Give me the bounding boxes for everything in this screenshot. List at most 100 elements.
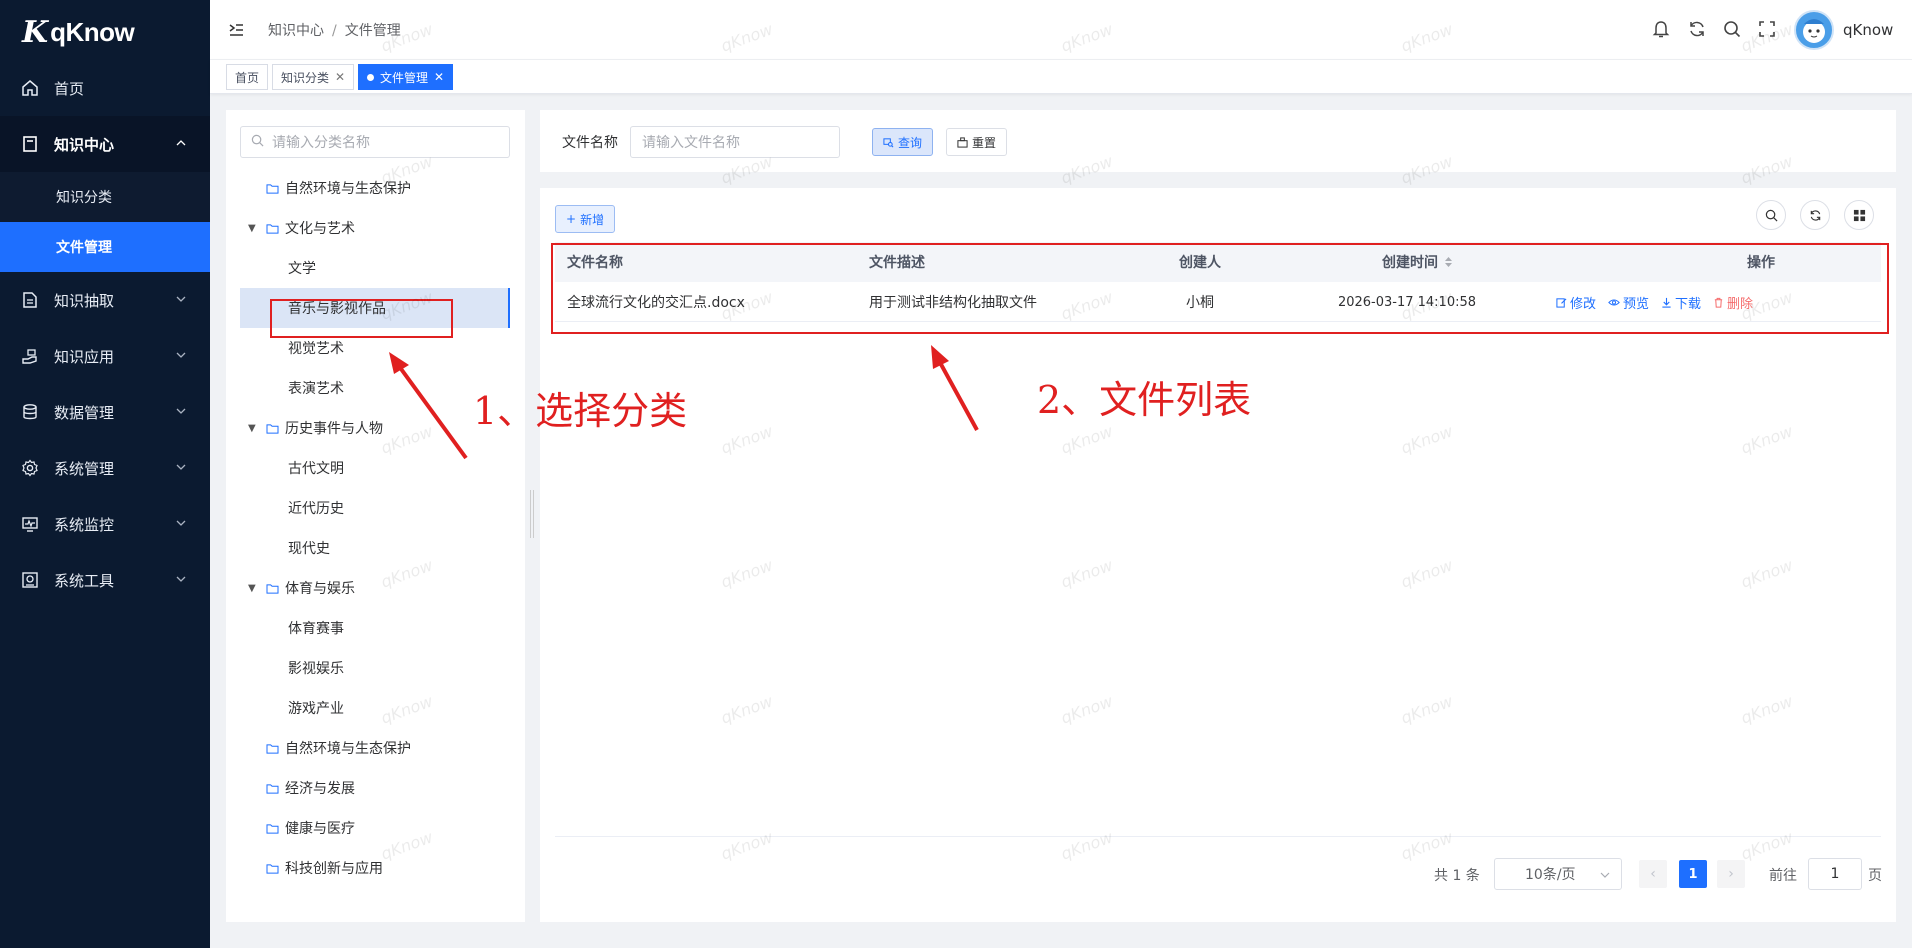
tag-label: 文件管理 <box>380 70 429 85</box>
monitor-icon <box>20 514 40 534</box>
chevron-down-icon <box>174 292 188 306</box>
avatar[interactable] <box>1794 10 1834 50</box>
top-header: 知识中心 / 文件管理 qKnow <box>210 0 1912 60</box>
username[interactable]: qKnow <box>1843 21 1893 39</box>
breadcrumb-item[interactable]: 知识中心 <box>268 23 324 39</box>
menu-fold-icon[interactable] <box>226 20 246 44</box>
tree-node-label: 自然环境与生态保护 <box>285 181 411 197</box>
tree-node[interactable]: 自然环境与生态保护 <box>240 168 510 208</box>
document-icon <box>20 290 40 310</box>
chevron-down-icon <box>1599 869 1611 881</box>
page-number-current[interactable]: 1 <box>1679 860 1707 888</box>
chevron-down-icon <box>174 516 188 530</box>
tree-node-label: 视觉艺术 <box>288 341 344 357</box>
folder-icon <box>266 743 279 754</box>
tree-node[interactable]: ▼ 体育与娱乐 <box>240 568 510 608</box>
tag-knowledge-category[interactable]: 知识分类 ✕ <box>272 64 355 90</box>
annotation-text-step2: 2、文件列表 <box>1037 378 1252 422</box>
hand-icon <box>20 346 40 366</box>
refresh-icon[interactable] <box>1686 18 1708 40</box>
tag-file-management[interactable]: 文件管理 ✕ <box>358 64 454 90</box>
caret-down-icon[interactable]: ▼ <box>248 223 260 234</box>
reset-button[interactable]: 重置 <box>946 128 1008 156</box>
add-button[interactable]: + 新增 <box>555 205 616 233</box>
tree-node[interactable]: 健康与医疗 <box>240 808 510 848</box>
panel-resize-handle[interactable] <box>530 490 534 538</box>
tree-node[interactable]: 古代文明 <box>240 448 510 488</box>
page-size-value: 10条/页 <box>1525 867 1576 883</box>
goto-label: 前往 <box>1769 868 1797 884</box>
tree-node[interactable]: 自然环境与生态保护 <box>240 728 510 768</box>
toggle-search-button[interactable] <box>1756 200 1786 230</box>
folder-icon <box>266 863 279 874</box>
close-icon[interactable]: ✕ <box>335 70 345 84</box>
category-tree-panel: 请输入分类名称 自然环境与生态保护 ▼ 文化与艺术 文学 音乐与影视作品 视觉艺术 表演艺术… <box>226 110 525 922</box>
tree-node-label: 自然环境与生态保护 <box>285 741 411 757</box>
sidebar-subitem-knowledge-category[interactable]: 知识分类 <box>0 172 210 222</box>
fullscreen-icon[interactable] <box>1756 18 1778 40</box>
prev-page-button[interactable]: ‹ <box>1639 860 1667 888</box>
input-placeholder: 请输入文件名称 <box>642 135 740 151</box>
search-form: 文件名称 请输入文件名称 查询 重置 <box>540 110 1896 172</box>
tree-node[interactable]: 游戏产业 <box>240 688 510 728</box>
goto-suffix: 页 <box>1868 868 1882 884</box>
caret-down-icon[interactable]: ▼ <box>248 423 260 434</box>
query-button-label: 查询 <box>898 135 923 150</box>
file-name-input[interactable]: 请输入文件名称 <box>630 126 840 158</box>
folder-icon <box>266 823 279 834</box>
query-button[interactable]: 查询 <box>872 128 934 156</box>
next-page-button[interactable]: › <box>1717 860 1745 888</box>
tree-node[interactable]: 经济与发展 <box>240 768 510 808</box>
tree-node-label: 历史事件与人物 <box>285 421 383 437</box>
sidebar-item-system-tools[interactable]: 系统工具 <box>0 552 210 608</box>
tree-node[interactable]: 表演艺术 <box>240 368 510 408</box>
tree-node-label: 现代史 <box>288 541 330 557</box>
tree-node[interactable]: 科技创新与应用 <box>240 848 510 888</box>
sidebar-item-label: 系统监控 <box>54 515 115 534</box>
refresh-table-button[interactable] <box>1800 200 1830 230</box>
category-search-input[interactable]: 请输入分类名称 <box>240 126 510 158</box>
folder-icon <box>266 583 279 594</box>
tags-view: 首页 知识分类 ✕ 文件管理 ✕ <box>210 60 1912 94</box>
tree-node-label: 文学 <box>288 261 316 277</box>
sidebar: K qKnow 首页 知识中心 知识分类 文件管理 知识抽取 知识应用 数据管理… <box>0 0 210 948</box>
sidebar-item-system-management[interactable]: 系统管理 <box>0 440 210 496</box>
sidebar-item-label: 系统工具 <box>54 571 115 590</box>
chevron-down-icon <box>174 572 188 586</box>
tree-node-label: 近代历史 <box>288 501 344 517</box>
sidebar-subitem-file-management[interactable]: 文件管理 <box>0 222 210 272</box>
tools-icon <box>20 570 40 590</box>
folder-icon <box>266 183 279 194</box>
page-size-select[interactable]: 10条/页 <box>1494 858 1622 890</box>
column-settings-button[interactable] <box>1844 200 1874 230</box>
sidebar-item-knowledge-extraction[interactable]: 知识抽取 <box>0 272 210 328</box>
breadcrumb-item-current: 文件管理 <box>344 23 401 39</box>
tree-node[interactable]: 近代历史 <box>240 488 510 528</box>
folder-icon <box>266 783 279 794</box>
annotation-box-file-list <box>551 243 1889 334</box>
plus-icon: + <box>566 212 577 226</box>
sidebar-item-system-monitor[interactable]: 系统监控 <box>0 496 210 552</box>
tree-node[interactable]: ▼ 文化与艺术 <box>240 208 510 248</box>
tree-node[interactable]: 影视娱乐 <box>240 648 510 688</box>
gear-icon <box>20 458 40 478</box>
tree-node[interactable]: 现代史 <box>240 528 510 568</box>
goto-page-input[interactable]: 1 <box>1808 858 1862 890</box>
logo[interactable]: K qKnow <box>0 0 210 64</box>
tree-node[interactable]: 文学 <box>240 248 510 288</box>
close-icon[interactable]: ✕ <box>434 70 444 84</box>
search-icon[interactable] <box>1721 18 1743 40</box>
tree-node[interactable]: 体育赛事 <box>240 608 510 648</box>
search-icon <box>1765 209 1778 222</box>
bell-icon[interactable] <box>1650 18 1672 40</box>
sidebar-item-knowledge-application[interactable]: 知识应用 <box>0 328 210 384</box>
grid-icon <box>1853 209 1866 222</box>
caret-down-icon[interactable]: ▼ <box>248 583 260 594</box>
pagination: 共 1 条 10条/页 ‹ 1 › 前往 1 页 <box>540 858 1896 890</box>
tree-node[interactable]: ▼ 历史事件与人物 <box>240 408 510 448</box>
sidebar-item-data-management[interactable]: 数据管理 <box>0 384 210 440</box>
sidebar-item-home[interactable]: 首页 <box>0 60 210 116</box>
sidebar-item-knowledge-center[interactable]: 知识中心 <box>0 116 210 172</box>
tag-label: 首页 <box>235 70 260 85</box>
tag-home[interactable]: 首页 <box>226 64 269 90</box>
